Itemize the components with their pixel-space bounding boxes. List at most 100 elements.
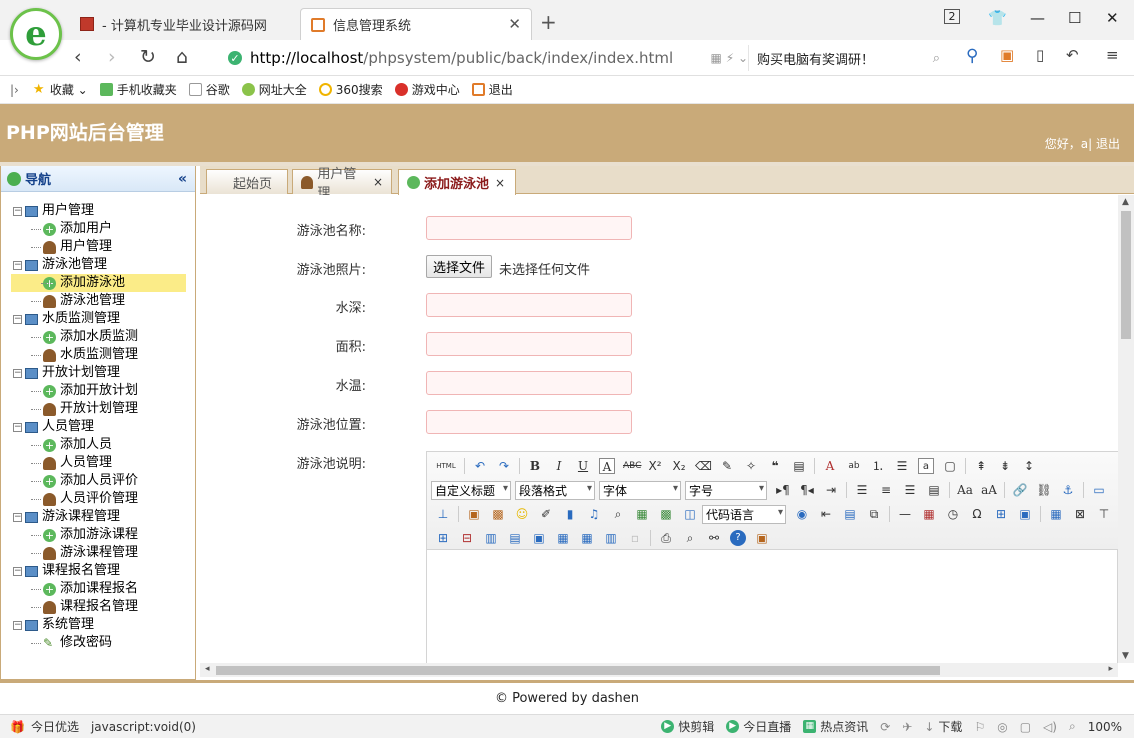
status-quick-edit[interactable]: ▶ 快剪辑 [661, 718, 714, 735]
sidebar-item[interactable]: + 添加人员 [1, 436, 195, 454]
tree-group[interactable]: − 游泳课程管理 [1, 508, 195, 526]
eraser-icon[interactable]: ⌫ [695, 458, 712, 474]
bookmark-360search[interactable]: 360搜索 [318, 81, 383, 98]
subscript-icon[interactable]: X₂ [671, 458, 687, 474]
font-family-select[interactable]: 字体 [599, 480, 681, 500]
font-border-icon[interactable]: A [599, 458, 615, 474]
sidebar-item[interactable]: + 添加游泳池 [11, 274, 186, 292]
tree-group[interactable]: − 开放计划管理 [1, 364, 195, 382]
unordered-list-icon[interactable]: ☰ [894, 458, 910, 474]
bookmark-games[interactable]: 游戏中心 [394, 81, 460, 98]
delete-row-icon[interactable]: ⊟ [459, 530, 475, 546]
sidebar-item[interactable]: 水质监测管理 [1, 346, 195, 364]
merge-down-icon[interactable]: ▦ [579, 530, 595, 546]
status-live[interactable]: ▶ 今日直播 [726, 718, 791, 735]
split-rows-icon[interactable]: ▫ [627, 530, 643, 546]
sidebar-item[interactable]: + 添加游泳课程 [1, 526, 195, 544]
bookmark-favorites[interactable]: ★ 收藏 ⌄ [33, 81, 88, 98]
line-height-icon[interactable]: ↕ [1021, 458, 1037, 474]
search-input[interactable]: 购买电脑有奖调研！ ⌕ [748, 45, 948, 71]
scrawl-icon[interactable]: ✐ [538, 506, 554, 522]
template-icon[interactable]: ⇤ [818, 506, 834, 522]
background-icon[interactable]: ▤ [842, 506, 858, 522]
volume-icon[interactable]: ◁) [1043, 720, 1057, 734]
drafts-icon[interactable]: ▣ [754, 530, 770, 546]
row-spacing-top-icon[interactable]: ⇞ [973, 458, 989, 474]
collapse-node-icon[interactable]: − [13, 260, 22, 270]
status-download[interactable]: ↓ 下载 [924, 718, 962, 735]
sidebar-item[interactable]: 人员管理 [1, 454, 195, 472]
home-icon[interactable]: ⌂ [176, 46, 188, 68]
strikethrough-icon[interactable]: ABC [623, 458, 641, 474]
tree-group[interactable]: − 用户管理 [1, 202, 195, 220]
insert-col-icon[interactable]: ▥ [483, 530, 499, 546]
unlink-icon[interactable]: ⛓ [1036, 482, 1052, 498]
redo-icon[interactable]: ↷ [496, 458, 512, 474]
gift-icon[interactable]: 🎁 [10, 720, 25, 734]
insert-image-icon[interactable]: ▣ [466, 506, 482, 522]
scroll-thumb[interactable] [1121, 211, 1131, 339]
word-image-icon[interactable]: ▣ [1017, 506, 1033, 522]
tree-group[interactable]: − 系统管理 [1, 616, 195, 634]
mobile-icon[interactable]: ▯ [1036, 46, 1044, 64]
link-icon[interactable]: 🔗 [1012, 482, 1028, 498]
back-icon[interactable]: ‹ [74, 46, 82, 68]
close-tab-icon[interactable]: ✕ [508, 15, 521, 33]
anchor-icon[interactable]: ⚓ [1060, 482, 1076, 498]
location-input[interactable] [426, 410, 632, 434]
collapse-node-icon[interactable]: − [13, 620, 22, 630]
page-break-icon[interactable]: ◉ [794, 506, 810, 522]
collapse-node-icon[interactable]: − [13, 566, 22, 576]
font-color-icon[interactable]: A [822, 458, 838, 474]
user-greeting-logout[interactable]: 您好，a| 退出 [1045, 135, 1120, 152]
collapse-node-icon[interactable]: − [13, 422, 22, 432]
sidebar-item[interactable]: + 添加课程报名 [1, 580, 195, 598]
sidebar-item[interactable]: + 添加人员评价 [1, 472, 195, 490]
date-icon[interactable]: ▦ [921, 506, 937, 522]
tab-home[interactable]: 起始页 [206, 169, 288, 194]
collapse-sidebar-icon[interactable]: « [178, 171, 187, 187]
music-icon[interactable]: ♫ [586, 506, 602, 522]
sidebar-item[interactable]: 游泳池管理 [1, 292, 195, 310]
insert-table-icon[interactable]: ▦ [1048, 506, 1064, 522]
scroll-down-icon[interactable]: ▼ [1122, 651, 1129, 661]
undo-icon[interactable]: ↶ [1066, 46, 1079, 64]
merge-right-icon[interactable]: ▦ [555, 530, 571, 546]
apps-icon[interactable]: ▣ [1000, 46, 1014, 64]
print-icon[interactable]: ⎙ [658, 530, 674, 546]
sidebar-item[interactable]: + 添加水质监测 [1, 328, 195, 346]
forward-icon[interactable]: › [108, 46, 116, 68]
minimize-icon[interactable]: — [1030, 9, 1045, 27]
insert-paragraph-icon[interactable]: ⊤ [1096, 506, 1112, 522]
attachment-icon[interactable]: ⌕ [610, 506, 626, 522]
bookmark-mobile[interactable]: 手机收藏夹 [99, 81, 177, 98]
indent-icon[interactable]: ⇥ [823, 482, 839, 498]
area-input[interactable] [426, 332, 632, 356]
to-uppercase-icon[interactable]: Aa [957, 482, 973, 498]
bookmark-google[interactable]: 谷歌 [188, 81, 230, 98]
clear-doc-icon[interactable]: ▢ [942, 458, 958, 474]
tab-user-management[interactable]: 用户管理 × [292, 167, 392, 201]
horizontal-rule-icon[interactable]: — [897, 506, 913, 522]
search-icon[interactable]: ⌕ [933, 51, 940, 66]
font-size-select[interactable]: 字号 [685, 480, 767, 500]
italic-icon[interactable]: I [551, 458, 567, 474]
bookmark-logout[interactable]: 退出 [471, 81, 513, 98]
choose-file-button[interactable]: 选择文件 [426, 255, 493, 278]
new-tab-button[interactable]: + [540, 10, 557, 34]
temperature-input[interactable] [426, 371, 632, 395]
editor-body[interactable] [427, 551, 1117, 663]
sidebar-item[interactable]: 用户管理 [1, 238, 195, 256]
insert-code-icon[interactable]: ⧉ [866, 506, 882, 522]
close-tab-icon[interactable]: × [495, 176, 505, 190]
snapscreen-icon[interactable]: ⊞ [993, 506, 1009, 522]
ordered-list-icon[interactable]: ⒈ [870, 458, 886, 474]
insert-row-icon[interactable]: ⊞ [435, 530, 451, 546]
delete-table-icon[interactable]: ⊠ [1072, 506, 1088, 522]
scroll-left-icon[interactable]: ◂ [205, 664, 210, 674]
tree-group[interactable]: − 课程报名管理 [1, 562, 195, 580]
split-cells-icon[interactable]: ▥ [603, 530, 619, 546]
scroll-thumb[interactable] [216, 666, 940, 675]
format-brush-icon[interactable]: ✎ [719, 458, 735, 474]
html-source-button[interactable]: HTML [435, 458, 457, 474]
